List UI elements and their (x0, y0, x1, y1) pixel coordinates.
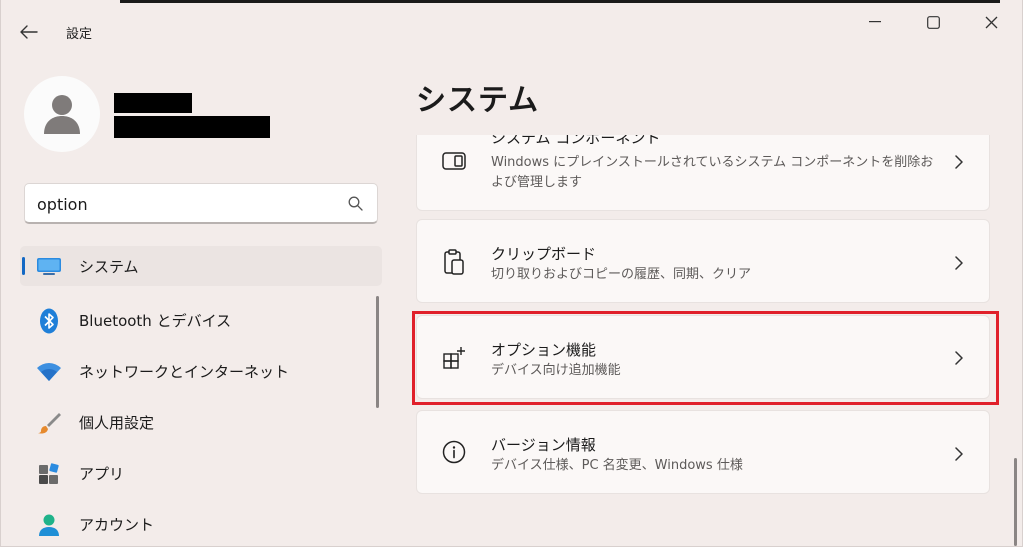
sidebar-item-label: Bluetooth とデバイス (79, 312, 232, 330)
close-button[interactable] (968, 6, 1014, 38)
info-icon (439, 437, 469, 467)
sidebar-item-bluetooth[interactable]: Bluetooth とデバイス (20, 295, 382, 346)
close-icon (985, 16, 997, 28)
app-title: 設定 (66, 27, 93, 42)
maximize-button[interactable] (910, 6, 956, 38)
search-input[interactable] (37, 191, 337, 217)
card-subtitle: 切り取りおよびコピーの履歴、同期、クリア (491, 267, 752, 282)
apps-grid-icon (35, 462, 63, 486)
chevron-right-icon (952, 256, 966, 270)
sidebar-item-personalization[interactable]: 個人用設定 (20, 397, 382, 448)
person-icon (44, 95, 80, 134)
back-button[interactable] (14, 18, 44, 46)
sidebar-item-network[interactable]: ネットワークとインターネット (20, 346, 382, 397)
sidebar-item-accounts[interactable]: アカウント (20, 499, 382, 547)
account-icon (35, 513, 63, 537)
sidebar-item-label: ネットワークとインターネット (79, 363, 290, 381)
monitor-icon (35, 254, 63, 278)
arrow-left-icon (20, 25, 38, 39)
system-components-icon (439, 146, 469, 176)
chevron-right-icon (952, 155, 966, 169)
sidebar-item-label: システム (79, 257, 139, 276)
chevron-right-icon (952, 447, 966, 461)
search-icon[interactable] (348, 196, 363, 215)
maximize-icon (926, 15, 940, 29)
page-title: システム (416, 83, 540, 118)
minimize-button[interactable] (852, 6, 898, 38)
card-system-components[interactable]: システム コンポーネント Windows にプレインストールされているシステム … (416, 135, 990, 211)
card-subtitle: Windows にプレインストールされているシステム コンポーネントを削除および… (491, 155, 934, 190)
card-about[interactable]: バージョン情報 デバイス仕様、PC 名変更、Windows 仕様 (416, 410, 990, 494)
settings-search-box[interactable] (24, 183, 378, 224)
minimize-icon (869, 21, 881, 23)
sidebar-nav: システム Bluetooth とデバイス ネットワークとインターネット 個人用設… (20, 244, 382, 547)
sidebar-item-label: 個人用設定 (79, 414, 155, 432)
user-name-redacted (114, 93, 192, 113)
card-title: システム コンポーネント (491, 135, 661, 147)
sidebar-item-label: アプリ (79, 465, 125, 483)
paintbrush-icon (35, 411, 63, 435)
sidebar-item-apps[interactable]: アプリ (20, 448, 382, 499)
card-clipboard[interactable]: クリップボード 切り取りおよびコピーの履歴、同期、クリア (416, 219, 990, 303)
title-bar: 設定 (0, 0, 1023, 56)
sidebar-scrollbar[interactable] (376, 296, 379, 408)
highlight-box (412, 311, 999, 405)
clipboard-icon (439, 247, 469, 277)
sidebar-item-system[interactable]: システム (20, 246, 382, 286)
main-scrollbar[interactable] (1014, 458, 1017, 546)
wifi-icon (35, 360, 63, 384)
bluetooth-icon (35, 308, 63, 333)
card-subtitle: デバイス仕様、PC 名変更、Windows 仕様 (491, 458, 743, 473)
sidebar-item-label: アカウント (79, 516, 155, 534)
card-title: バージョン情報 (491, 436, 596, 454)
user-email-redacted (114, 116, 270, 138)
user-avatar[interactable] (24, 76, 100, 152)
card-title: クリップボード (491, 245, 597, 263)
